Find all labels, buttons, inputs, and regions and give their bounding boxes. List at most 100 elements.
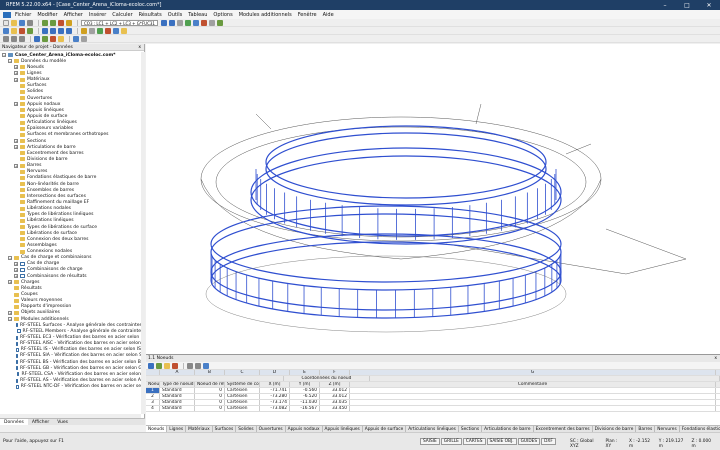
table-cell[interactable]: -73.174	[260, 400, 290, 405]
table-cell[interactable]: 0	[195, 388, 225, 393]
table-cell[interactable]: Cartésien	[225, 394, 260, 399]
menu-modules[interactable]: Modules additionnels	[239, 12, 292, 18]
close-button[interactable]: ✕	[698, 2, 720, 9]
menu-tableau[interactable]: Tableau	[188, 12, 207, 18]
new-file-icon[interactable]	[3, 19, 9, 26]
table-cell[interactable]: 33.012	[320, 388, 350, 393]
table-cell[interactable]: Cartésien	[225, 388, 260, 393]
table-cell[interactable]: 33.035	[320, 400, 350, 405]
expand-icon[interactable]: +	[14, 71, 18, 76]
load-case-select[interactable]: CO3 : LC1 + LC2 + LC3 + G*FUC31	[81, 19, 158, 26]
support-icon[interactable]	[113, 27, 119, 34]
expand-icon[interactable]: +	[8, 310, 12, 315]
menu-inserer[interactable]: Insérer	[89, 12, 106, 18]
mode-grille[interactable]: GRILLE	[440, 438, 462, 445]
grid-icon[interactable]	[34, 35, 40, 42]
display-icon[interactable]	[184, 19, 191, 26]
table-next-icon[interactable]	[195, 362, 201, 369]
tree-item[interactable]: RF-STEEL AS - Vérification des barres en…	[0, 377, 141, 383]
table-cell[interactable]	[350, 388, 716, 393]
tree-item[interactable]: RF-STEEL NTC-DF - Vérification des barre…	[0, 384, 141, 390]
view-z-icon[interactable]	[58, 27, 64, 34]
results-icon[interactable]	[66, 19, 72, 26]
tree-item[interactable]: RF-STEEL GB - Vérification des barres en…	[0, 365, 141, 371]
tree-item[interactable]: RF-STEEL IS - Vérification des barres en…	[0, 347, 141, 353]
save-icon[interactable]	[19, 19, 25, 26]
mode-saisie[interactable]: SAISIE	[420, 438, 440, 445]
view-y-icon[interactable]	[50, 27, 56, 34]
view-icon[interactable]	[176, 19, 183, 26]
load-icon[interactable]	[121, 27, 127, 34]
table-cell[interactable]: Standard	[160, 406, 195, 411]
table-export-icon[interactable]	[156, 362, 162, 369]
tree-item[interactable]: RF-STEEL CSA - Vérification des barres e…	[0, 371, 141, 377]
table-cell[interactable]	[350, 400, 716, 405]
table-excel-icon[interactable]	[164, 362, 170, 369]
deformation-icon[interactable]	[200, 19, 207, 26]
redo-icon[interactable]	[50, 19, 56, 26]
expand-icon[interactable]: +	[14, 163, 18, 168]
copy-icon[interactable]	[11, 35, 17, 42]
dimension-icon[interactable]	[58, 35, 64, 42]
table-cell[interactable]: 4	[146, 406, 160, 411]
surface-icon[interactable]	[105, 27, 111, 34]
expand-icon[interactable]: +	[14, 261, 18, 266]
member-icon[interactable]	[97, 27, 103, 34]
mode-dxf[interactable]: DXF	[541, 438, 556, 445]
line-icon[interactable]	[89, 27, 95, 34]
menu-resultats[interactable]: Résultats	[139, 12, 162, 18]
next-icon[interactable]	[168, 19, 175, 26]
mode-saisie-obj[interactable]: SAISIE OBJ.	[486, 438, 517, 445]
table-cell[interactable]: -71.741	[260, 388, 290, 393]
snap-icon[interactable]	[42, 35, 48, 42]
tree-item[interactable]: RF-STEEL Surfaces - Analyse générale des…	[0, 322, 141, 328]
node-icon[interactable]	[81, 27, 87, 34]
menu-calculer[interactable]: Calculer	[112, 12, 132, 18]
open-file-icon[interactable]	[11, 19, 17, 26]
render-icon[interactable]	[73, 35, 79, 42]
table-cell[interactable]: Cartésien	[225, 406, 260, 411]
table-cell[interactable]: -73.280	[260, 394, 290, 399]
wireframe-icon[interactable]	[81, 35, 87, 42]
table-cell[interactable]: 0	[195, 406, 225, 411]
undo-icon[interactable]	[42, 19, 48, 26]
expand-icon[interactable]: +	[14, 77, 18, 82]
collapse-icon[interactable]: −	[8, 255, 12, 260]
table-cell[interactable]: 0	[195, 400, 225, 405]
previous-icon[interactable]	[160, 19, 167, 26]
table-cell[interactable]: -0.560	[290, 388, 320, 393]
expand-icon[interactable]: +	[14, 267, 18, 272]
table-cell[interactable]: 1	[146, 388, 160, 393]
calculate-icon[interactable]	[58, 19, 64, 26]
table-filter-icon[interactable]	[148, 362, 154, 369]
mode-guides[interactable]: GUIDES	[517, 438, 541, 445]
select-icon[interactable]	[3, 27, 9, 34]
table-cell[interactable]	[350, 406, 716, 411]
expand-icon[interactable]: +	[14, 139, 18, 144]
print-icon[interactable]	[27, 19, 33, 26]
maximize-button[interactable]: □	[676, 2, 698, 9]
table-prev-icon[interactable]	[187, 362, 193, 369]
tab-vues[interactable]: Vues	[53, 419, 72, 425]
tab-afficher[interactable]: Afficher	[28, 419, 53, 425]
tab-donnees[interactable]: Données	[0, 419, 28, 425]
rotate-icon[interactable]	[19, 27, 25, 34]
table-cell[interactable]: -11.030	[290, 400, 320, 405]
table-cell[interactable]	[350, 394, 716, 399]
collapse-icon[interactable]: −	[2, 53, 6, 58]
collapse-icon[interactable]: −	[8, 59, 12, 64]
tree-item[interactable]: RF-STEEL AISC - Vérification des barres …	[0, 341, 141, 347]
view-iso-icon[interactable]	[66, 27, 72, 34]
table-cell[interactable]: 3	[146, 400, 160, 405]
table-cell[interactable]: -73.082	[260, 406, 290, 411]
model-viewport[interactable]	[146, 44, 720, 354]
table-cell[interactable]: 2	[146, 394, 160, 399]
table-close-icon[interactable]: x	[714, 355, 717, 362]
table-cell[interactable]: 0	[195, 394, 225, 399]
measure-icon[interactable]	[50, 35, 56, 42]
navigator-close-icon[interactable]: x	[138, 44, 141, 50]
tree-item[interactable]: RF-STEEL EC3 - Vérification des barres e…	[0, 334, 141, 340]
table-cell[interactable]: Standard	[160, 400, 195, 405]
menu-afficher[interactable]: Afficher	[64, 12, 83, 18]
table-cell[interactable]: Standard	[160, 388, 195, 393]
